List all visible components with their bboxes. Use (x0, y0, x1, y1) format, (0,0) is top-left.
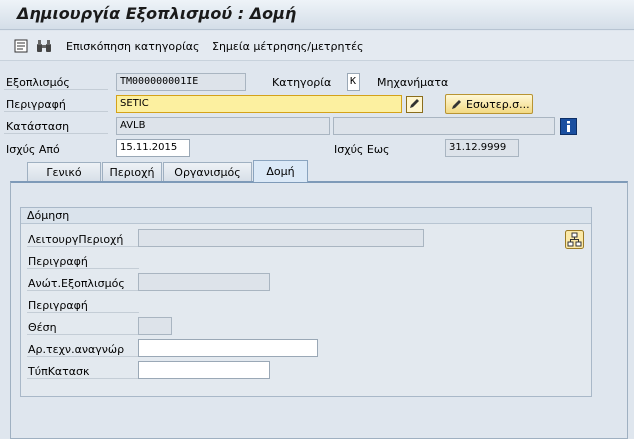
superior-equipment-field[interactable] (138, 273, 270, 291)
category-label: Κατηγορία (272, 76, 332, 89)
tab-general[interactable]: Γενικό (27, 162, 101, 182)
tech-id-field[interactable] (138, 339, 318, 357)
superior-equipment-desc-label: Περιγραφή (28, 299, 88, 312)
list-icon[interactable] (13, 38, 29, 54)
category-field[interactable]: K (347, 73, 360, 91)
structure-group-title: Δόμηση (21, 208, 591, 224)
valid-to-field[interactable]: 31.12.9999 (445, 139, 519, 157)
status-field[interactable]: AVLB (116, 117, 330, 135)
title-bar: Δημιουργία Εξοπλισμού : Δομή (0, 0, 634, 30)
func-location-label: ΛειτουργΠεριοχή (28, 233, 124, 246)
status-extra-field[interactable] (333, 117, 555, 135)
position-label: Θέση (28, 321, 57, 334)
edit-long-text-icon[interactable] (405, 95, 424, 114)
internal-note-label: Εσωτερ.σ... (466, 97, 530, 111)
func-location-desc-label: Περιγραφή (28, 255, 88, 268)
description-label: Περιγραφή (6, 98, 66, 111)
description-field[interactable]: SETIC (116, 95, 402, 113)
status-label: Κατάσταση (6, 120, 70, 133)
construction-type-label: ΤύπΚατασκ (28, 365, 90, 378)
valid-from-label: Ισχύς Από (6, 143, 60, 156)
tab-organization[interactable]: Οργανισμός (163, 162, 252, 182)
structure-tab-panel: Δόμηση ΛειτουργΠεριοχή Περιγραφή Ανώτ.Εξ… (10, 181, 628, 439)
category-text: Μηχανήματα (377, 76, 449, 89)
window-title: Δημιουργία Εξοπλισμού : Δομή (17, 4, 297, 23)
equipment-label: Εξοπλισμός (6, 76, 70, 89)
tech-id-label: Αρ.τεχν.αναγνώρ (28, 343, 125, 356)
internal-note-button[interactable]: Εσωτερ.σ... (445, 94, 533, 114)
info-icon[interactable] (559, 117, 578, 136)
construction-type-field[interactable] (138, 361, 270, 379)
valid-from-field[interactable]: 15.11.2015 (116, 139, 190, 157)
edit-icon (450, 98, 463, 111)
tab-structure[interactable]: Δομή (253, 160, 308, 182)
structure-group: Δόμηση ΛειτουργΠεριοχή Περιγραφή Ανώτ.Εξ… (20, 207, 592, 397)
binoculars-icon[interactable] (36, 38, 52, 54)
func-location-field[interactable] (138, 229, 424, 247)
equipment-field[interactable]: TM000000001IE (116, 73, 246, 91)
tab-location[interactable]: Περιοχή (102, 162, 162, 182)
hierarchy-icon[interactable] (564, 229, 584, 249)
category-overview-button[interactable]: Επισκόπηση κατηγορίας (66, 40, 200, 53)
application-toolbar: Επισκόπηση κατηγορίας Σημεία μέτρησης/με… (0, 31, 634, 61)
valid-to-label: Ισχύς Εως (334, 143, 390, 156)
position-field[interactable] (138, 317, 172, 335)
measuring-points-button[interactable]: Σημεία μέτρησης/μετρητές (212, 40, 364, 53)
tab-strip: Γενικό Περιοχή Οργανισμός Δομή Δόμηση Λε… (10, 160, 628, 439)
superior-equipment-label: Ανώτ.Εξοπλισμός (28, 277, 125, 290)
